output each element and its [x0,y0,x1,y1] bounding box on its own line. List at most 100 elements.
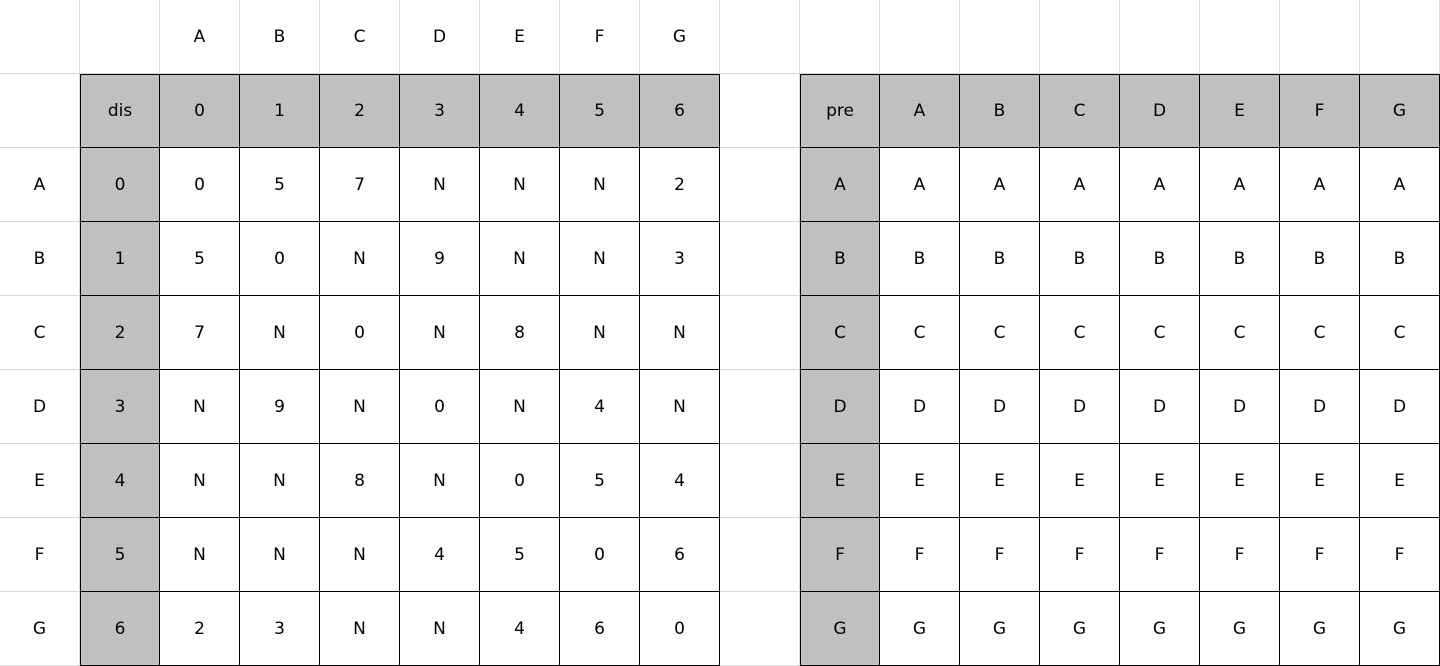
pre-cell[interactable]: E [1360,444,1440,518]
dis-cell[interactable]: 4 [560,370,640,444]
pre-row-header[interactable]: C [800,296,880,370]
pre-cell[interactable]: C [1040,296,1120,370]
pre-column-header[interactable]: G [1360,74,1440,148]
pre-cell[interactable]: D [1360,370,1440,444]
row-letter-label[interactable]: C [0,296,80,370]
dis-cell[interactable]: 2 [160,592,240,666]
dis-cell[interactable]: N [560,148,640,222]
dis-cell[interactable]: 2 [640,148,720,222]
dis-cell[interactable]: 3 [640,222,720,296]
pre-cell[interactable]: D [1040,370,1120,444]
pre-row-header[interactable]: E [800,444,880,518]
column-letter-header[interactable]: D [400,0,480,74]
pre-column-header[interactable]: A [880,74,960,148]
pre-cell[interactable]: C [1120,296,1200,370]
pre-column-header[interactable]: C [1040,74,1120,148]
empty-cell[interactable] [0,74,80,148]
dis-cell[interactable]: 0 [400,370,480,444]
dis-cell[interactable]: N [320,518,400,592]
column-letter-header[interactable]: C [320,0,400,74]
pre-cell[interactable]: G [880,592,960,666]
pre-cell[interactable]: E [1200,444,1280,518]
pre-cell[interactable]: B [880,222,960,296]
pre-cell[interactable]: B [1280,222,1360,296]
dis-column-header[interactable]: 3 [400,74,480,148]
pre-cell[interactable]: D [1200,370,1280,444]
dis-column-header[interactable]: 6 [640,74,720,148]
pre-row-header[interactable]: D [800,370,880,444]
pre-cell[interactable]: C [880,296,960,370]
pre-cell[interactable]: C [1280,296,1360,370]
dis-cell[interactable]: 5 [480,518,560,592]
pre-cell[interactable]: G [960,592,1040,666]
pre-cell[interactable]: A [1120,148,1200,222]
dis-cell[interactable]: 3 [240,592,320,666]
dis-cell[interactable]: 7 [160,296,240,370]
empty-cell[interactable] [1200,0,1280,74]
column-letter-header[interactable]: A [160,0,240,74]
dis-row-header[interactable]: 1 [80,222,160,296]
dis-row-header[interactable]: 5 [80,518,160,592]
dis-row-header[interactable]: 3 [80,370,160,444]
pre-cell[interactable]: G [1040,592,1120,666]
pre-cell[interactable]: D [1280,370,1360,444]
dis-cell[interactable]: 0 [640,592,720,666]
pre-cell[interactable]: E [960,444,1040,518]
empty-cell[interactable] [720,592,800,666]
pre-cell[interactable]: B [1200,222,1280,296]
dis-cell[interactable]: N [320,592,400,666]
dis-cell[interactable]: N [240,518,320,592]
dis-cell[interactable]: 8 [320,444,400,518]
pre-cell[interactable]: B [1040,222,1120,296]
dis-cell[interactable]: N [560,222,640,296]
pre-cell[interactable]: F [880,518,960,592]
pre-column-header[interactable]: F [1280,74,1360,148]
column-letter-header[interactable]: F [560,0,640,74]
dis-cell[interactable]: N [640,370,720,444]
pre-column-header[interactable]: B [960,74,1040,148]
dis-cell[interactable]: N [480,370,560,444]
dis-cell[interactable]: 5 [240,148,320,222]
pre-cell[interactable]: E [1040,444,1120,518]
dis-cell[interactable]: N [640,296,720,370]
dis-cell[interactable]: 9 [240,370,320,444]
dis-column-header[interactable]: 1 [240,74,320,148]
dis-cell[interactable]: N [160,518,240,592]
pre-cell[interactable]: G [1120,592,1200,666]
dis-cell[interactable]: 6 [640,518,720,592]
dis-column-header[interactable]: 5 [560,74,640,148]
pre-cell[interactable]: F [1040,518,1120,592]
empty-cell[interactable] [880,0,960,74]
empty-cell[interactable] [960,0,1040,74]
dis-cell[interactable]: 4 [400,518,480,592]
pre-cell[interactable]: G [1280,592,1360,666]
dis-cell[interactable]: N [160,370,240,444]
column-letter-header[interactable]: E [480,0,560,74]
empty-cell[interactable] [720,148,800,222]
empty-cell[interactable] [0,0,80,74]
dis-row-header[interactable]: 6 [80,592,160,666]
dis-row-header[interactable]: 0 [80,148,160,222]
pre-corner-label[interactable]: pre [800,74,880,148]
pre-row-header[interactable]: A [800,148,880,222]
dis-cell[interactable]: N [240,444,320,518]
pre-cell[interactable]: E [1280,444,1360,518]
dis-cell[interactable]: 7 [320,148,400,222]
dis-row-header[interactable]: 4 [80,444,160,518]
pre-cell[interactable]: G [1200,592,1280,666]
pre-cell[interactable]: D [1120,370,1200,444]
row-letter-label[interactable]: B [0,222,80,296]
pre-cell[interactable]: D [880,370,960,444]
dis-cell[interactable]: N [320,370,400,444]
dis-cell[interactable]: 6 [560,592,640,666]
dis-cell[interactable]: N [320,222,400,296]
dis-column-header[interactable]: 0 [160,74,240,148]
empty-cell[interactable] [1360,0,1440,74]
pre-cell[interactable]: A [1360,148,1440,222]
dis-corner-label[interactable]: dis [80,74,160,148]
dis-cell[interactable]: N [240,296,320,370]
pre-row-header[interactable]: G [800,592,880,666]
dis-cell[interactable]: N [480,222,560,296]
empty-cell[interactable] [720,74,800,148]
pre-cell[interactable]: F [1120,518,1200,592]
